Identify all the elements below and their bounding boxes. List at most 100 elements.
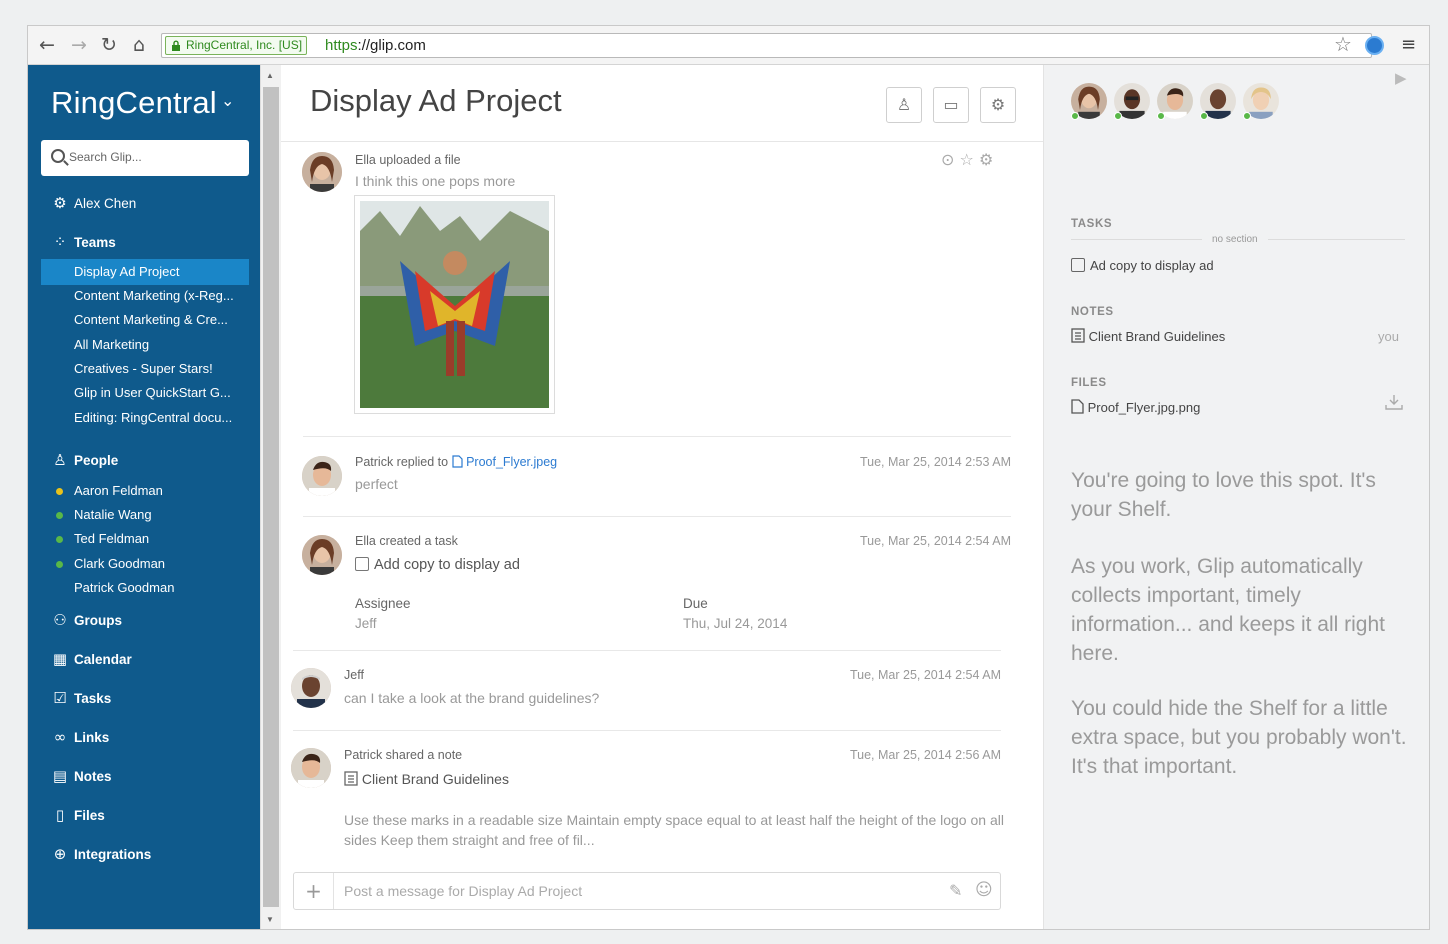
sidebar-item-person[interactable]: Clark Goodman [74, 554, 165, 574]
gear-icon[interactable]: ⚙ [979, 150, 993, 169]
message-input[interactable] [344, 883, 924, 899]
post-time: Tue, Mar 25, 2014 2:54 AM [849, 668, 1001, 682]
post-body: I think this one pops more [355, 173, 516, 189]
task-checkbox[interactable] [355, 557, 369, 571]
scrollbar-thumb[interactable] [263, 87, 279, 907]
browser-window: ← → ↻ ⌂ RingCentral, Inc. [US] https://g… [27, 25, 1430, 930]
avatar[interactable] [302, 456, 342, 496]
home-icon[interactable]: ⌂ [128, 34, 150, 56]
bookmark-star-icon[interactable]: ☆ [1334, 34, 1352, 56]
presence-dot [1243, 112, 1251, 120]
video-call-button[interactable]: ▭ [933, 87, 969, 123]
files-label: Files [74, 808, 105, 823]
star-icon[interactable]: ☆ [960, 150, 974, 169]
sidebar-user[interactable]: ⚙ Alex Chen [51, 193, 136, 213]
gear-icon: ⚙ [53, 194, 67, 212]
sidebar-item-groups[interactable]: ⚇ Groups [51, 610, 122, 630]
post-meta-prefix: Patrick replied to [355, 455, 449, 469]
emoji-icon[interactable]: ☺ [975, 880, 993, 900]
brand-logo[interactable]: RingCentral [51, 85, 217, 121]
avatar[interactable] [291, 748, 331, 788]
sidebar-item-team[interactable]: Editing: RingCentral docu... [74, 408, 232, 428]
members-button[interactable]: ♙ [886, 87, 922, 123]
secure-badge[interactable]: RingCentral, Inc. [US] [165, 36, 308, 55]
post-divider [293, 650, 1001, 651]
avatar[interactable] [291, 668, 331, 708]
reply-icon[interactable]: ⊙ [941, 150, 954, 169]
download-icon[interactable] [1385, 394, 1403, 415]
sidebar-section-people[interactable]: ♙ People [51, 450, 118, 470]
sidebar-item-team[interactable]: All Marketing [74, 335, 149, 355]
post-meta: Ella uploaded a file [355, 153, 461, 167]
collapse-shelf-icon[interactable]: ▶ [1395, 69, 1407, 87]
groups-label: Groups [74, 613, 123, 628]
address-bar[interactable]: RingCentral, Inc. [US] https://glip.com [161, 33, 1372, 58]
scroll-down-icon[interactable]: ▼ [266, 915, 274, 924]
settings-button[interactable]: ⚙ [980, 87, 1016, 123]
page-title: Display Ad Project [310, 83, 562, 118]
file-icon [451, 455, 463, 468]
sidebar-item-team[interactable]: Display Ad Project [74, 262, 180, 282]
sidebar-scrollbar[interactable]: ▲ ▼ [260, 65, 281, 929]
shelf-file-item[interactable]: Proof_Flyer.jpg.png [1071, 399, 1200, 415]
chevron-down-icon[interactable]: ⌄ [221, 91, 234, 111]
file-link-text: Proof_Flyer.jpeg [466, 455, 558, 469]
sidebar-item-calendar[interactable]: ▦ Calendar [51, 649, 132, 669]
teams-label: Teams [74, 235, 116, 250]
avatar[interactable] [302, 535, 342, 575]
sidebar-item-person[interactable]: Ted Feldman [74, 529, 149, 549]
shared-note[interactable]: Client Brand Guidelines [344, 771, 509, 787]
sidebar-item-links[interactable]: ∞ Links [51, 727, 110, 747]
post-divider [303, 516, 1011, 517]
uploaded-image[interactable] [354, 195, 555, 414]
sidebar-item-team[interactable]: Content Marketing (x-Reg... [74, 286, 234, 306]
avatar[interactable] [302, 152, 342, 192]
reload-icon[interactable]: ↻ [98, 34, 120, 56]
sidebar-item-files[interactable]: ▯ Files [51, 805, 105, 825]
note-owner: you [1378, 329, 1399, 344]
task-item[interactable]: Add copy to display ad [355, 557, 520, 573]
task-title: Add copy to display ad [374, 557, 520, 573]
sidebar-item-integrations[interactable]: ⊕ Integrations [51, 844, 152, 864]
assignee-value: Jeff [355, 616, 377, 631]
sidebar-item-notes[interactable]: ▤ Notes [51, 766, 112, 786]
url-text[interactable]: https://glip.com [325, 37, 426, 54]
sidebar-item-team[interactable]: Creatives - Super Stars! [74, 359, 213, 379]
shelf-note-item[interactable]: Client Brand Guidelines [1071, 328, 1225, 344]
integrations-label: Integrations [74, 847, 152, 862]
attachment-icon[interactable]: ✎ [949, 881, 962, 900]
scroll-up-icon[interactable]: ▲ [266, 71, 274, 80]
extension-icon[interactable] [1365, 36, 1384, 55]
shelf-intro-3: You could hide the Shelf for a little ex… [1071, 697, 1407, 778]
due-value: Thu, Jul 24, 2014 [683, 616, 788, 631]
shelf-tasks-heading: TASKS [1071, 218, 1113, 230]
sidebar-section-teams[interactable]: ⁘ Teams [51, 232, 116, 252]
presence-dot [1071, 112, 1079, 120]
browser-toolbar: ← → ↻ ⌂ RingCentral, Inc. [US] https://g… [28, 26, 1429, 65]
person-icon: ♙ [53, 451, 67, 469]
browser-menu-icon[interactable]: ≡ [1401, 35, 1416, 55]
file-link[interactable]: Proof_Flyer.jpeg [451, 455, 558, 469]
sidebar-item-person[interactable]: Natalie Wang [74, 505, 152, 525]
search-box[interactable] [41, 140, 249, 176]
note-icon [1071, 328, 1085, 343]
plus-icon[interactable]: + [294, 873, 334, 909]
header-divider [281, 141, 1043, 142]
shelf-task-item[interactable]: Ad copy to display ad [1071, 258, 1214, 273]
person-icon: ♙ [896, 95, 912, 114]
task-checkbox[interactable] [1071, 258, 1085, 272]
sidebar-item-person[interactable]: Patrick Goodman [74, 578, 174, 598]
sidebar-item-person[interactable]: Aaron Feldman [74, 481, 163, 501]
no-section-label: no section [1202, 234, 1268, 245]
people-label: People [74, 453, 119, 468]
forward-icon[interactable]: → [68, 34, 90, 56]
compose-box[interactable]: + ✎ ☺ [293, 872, 1001, 910]
search-input[interactable] [69, 150, 244, 164]
assignee-label: Assignee [355, 596, 411, 611]
sidebar-item-tasks[interactable]: ☑ Tasks [51, 688, 111, 708]
presence-dot [56, 561, 63, 568]
url-scheme: https [325, 37, 358, 54]
sidebar-item-team[interactable]: Glip in User QuickStart G... [74, 383, 231, 403]
sidebar-item-team[interactable]: Content Marketing & Cre... [74, 310, 228, 330]
back-icon[interactable]: ← [36, 34, 58, 56]
